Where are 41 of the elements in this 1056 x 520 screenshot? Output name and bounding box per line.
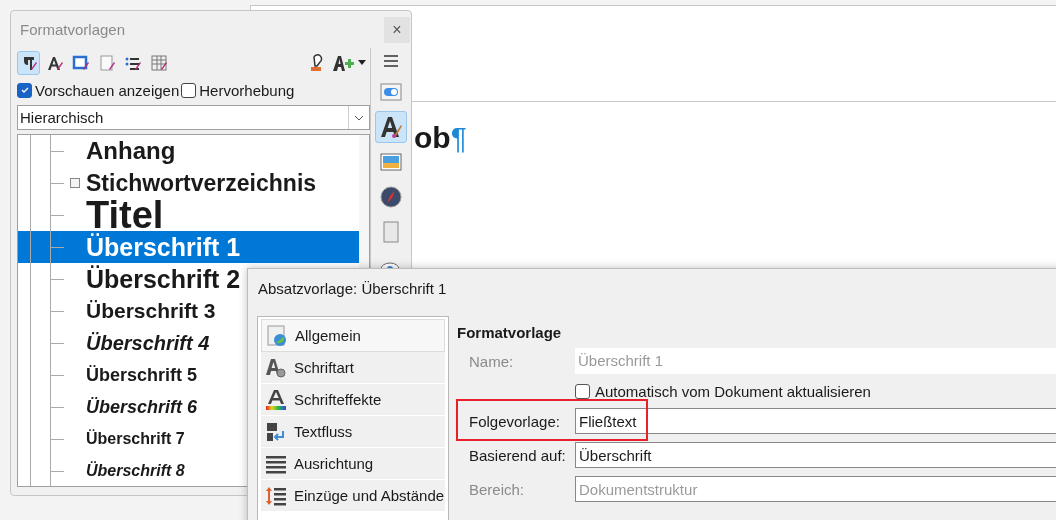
checkmark-icon <box>19 85 30 95</box>
input-field: Überschrift 1 <box>575 348 1056 374</box>
highlighting-checkbox[interactable] <box>181 82 197 98</box>
expander-icon[interactable] <box>70 178 80 188</box>
close-button[interactable]: × <box>384 16 410 43</box>
checkbox-label: Vorschauen anzeigen <box>35 81 180 99</box>
input-field[interactable]: Überschrift <box>575 442 1056 468</box>
new-style-icon[interactable] <box>332 53 355 73</box>
field-label: Name: <box>469 352 515 370</box>
category-item[interactable]: Schrifteffekte <box>261 384 445 416</box>
filter-dropdown[interactable]: Hierarchisch <box>17 105 371 130</box>
auto-update-checkbox[interactable] <box>575 383 590 399</box>
panel-title: Formatvorlagen <box>20 21 126 38</box>
previews-checkbox[interactable] <box>17 82 32 98</box>
style-item[interactable]: Überschrift 1 <box>18 231 360 263</box>
style-item[interactable]: Titel <box>18 199 360 231</box>
field-label: Basierend auf: <box>469 446 567 464</box>
input-field[interactable]: Fließtext <box>575 408 1056 434</box>
paragraph-mark: ¶ <box>450 121 467 155</box>
style-item[interactable]: Anhang <box>18 135 360 167</box>
field-label: Bereich: <box>469 480 526 498</box>
rainbow-letter-icon <box>265 388 287 411</box>
section-heading: Formatvorlage <box>457 323 563 343</box>
globe-page-icon <box>266 324 288 347</box>
checkbox-label: Automatisch vom Dokument aktualisieren <box>595 382 871 400</box>
menu-icon[interactable] <box>383 55 400 67</box>
chevron-icon <box>354 114 365 121</box>
checkbox-label: Hervorhebung <box>199 81 295 99</box>
document-text: ob <box>414 121 451 155</box>
input-field: Dokumentstruktur <box>575 476 1056 502</box>
paragraph-styles-icon[interactable] <box>17 51 40 75</box>
style-item[interactable]: Stichwortverzeichnis <box>18 167 360 199</box>
category-item[interactable]: Allgemein <box>261 319 445 352</box>
field-label: Folgevorlage: <box>469 412 561 430</box>
dropdown-caret-icon[interactable] <box>358 60 367 66</box>
styles-icon[interactable] <box>375 111 408 143</box>
category-item[interactable]: Ausrichtung <box>261 448 445 480</box>
category-item[interactable]: Schriftart <box>261 352 445 384</box>
category-item[interactable]: Textfluss <box>261 416 445 448</box>
dialog-title: Absatzvorlage: Überschrift 1 <box>257 279 448 299</box>
category-item[interactable]: Einzüge und Abstände <box>261 480 445 512</box>
